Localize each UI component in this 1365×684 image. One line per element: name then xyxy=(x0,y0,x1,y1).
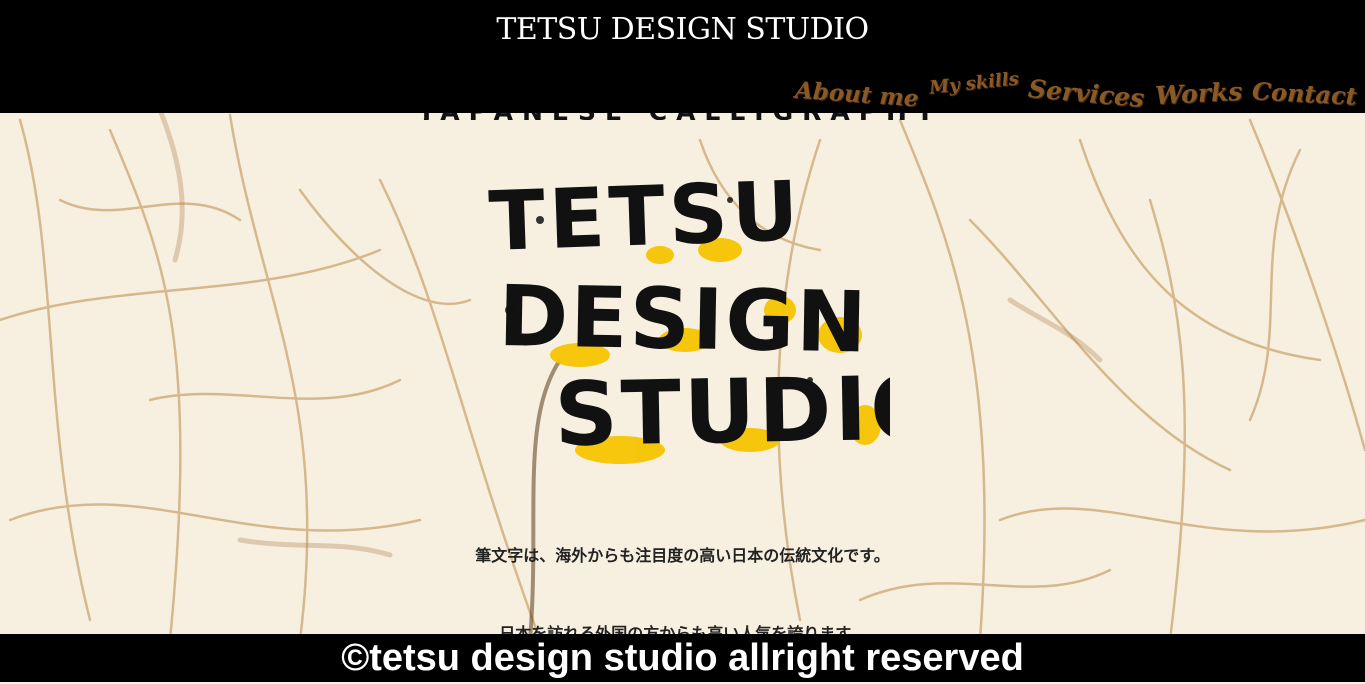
nav-works[interactable]: Works xyxy=(1154,77,1243,111)
logo-line-2: DESIGN xyxy=(498,267,870,371)
nav-my-skills[interactable]: My skills xyxy=(928,68,1020,98)
calligraphy-logo: TETSU DESIGN STUDIO xyxy=(487,164,890,466)
logo-line-1: TETSU xyxy=(487,164,804,270)
site-title[interactable]: TETSU DESIGN STUDIO xyxy=(0,12,1365,47)
nav-about-me[interactable]: About me xyxy=(794,77,919,113)
intro-paragraph-1: 筆文字は、海外からも注目度の高い日本の伝統文化です。 xyxy=(475,546,890,565)
site-footer: ©tetsu design studio allright reserved xyxy=(0,634,1365,682)
logo-line-3: STUDIO xyxy=(554,356,890,466)
copyright-text: ©tetsu design studio allright reserved xyxy=(341,637,1024,679)
nav-services[interactable]: Services xyxy=(1027,74,1145,113)
nav-contact[interactable]: Contact xyxy=(1251,76,1357,110)
site-header: TETSU DESIGN STUDIO About me My skills S… xyxy=(0,0,1365,113)
main-nav: About me My skills Services Works Contac… xyxy=(794,62,1358,113)
